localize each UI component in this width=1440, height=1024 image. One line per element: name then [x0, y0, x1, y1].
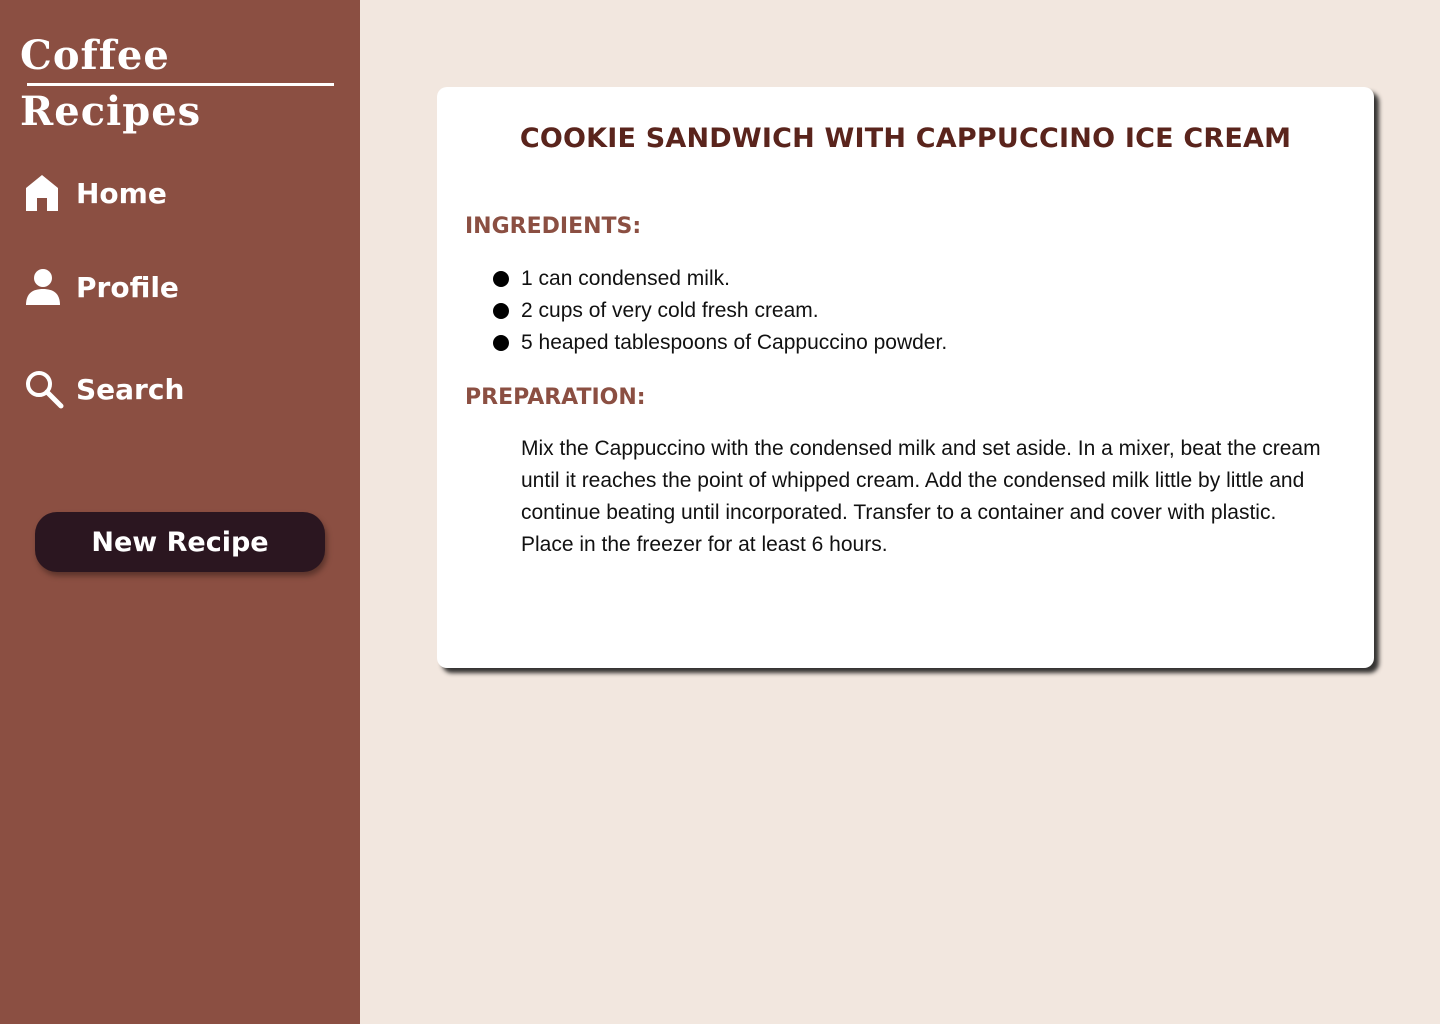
preparation-text: Mix the Cappuccino with the condensed mi… [521, 437, 1321, 556]
title-underline [27, 83, 334, 86]
ingredients-heading: INGREDIENTS: [465, 214, 642, 239]
nav-item-search[interactable]: Search [24, 364, 184, 414]
preparation-heading: PREPARATION: [465, 385, 646, 410]
recipe-title: COOKIE SANDWICH WITH CAPPUCCINO ICE CREA… [519, 123, 1292, 154]
ingredient-item: 1 can condensed milk. [493, 263, 947, 295]
search-icon [24, 369, 64, 409]
recipe-card: COOKIE SANDWICH WITH CAPPUCCINO ICE CREA… [437, 87, 1374, 668]
user-icon [24, 267, 64, 307]
nav-label-search: Search [76, 372, 185, 406]
nav-label-profile: Profile [76, 270, 179, 304]
sidebar: Coffee Recipes Home Profile Search New R… [0, 0, 360, 1024]
home-icon [24, 173, 64, 213]
nav-label-home: Home [76, 176, 167, 210]
nav-item-profile[interactable]: Profile [24, 262, 179, 312]
ingredient-item: 2 cups of very cold fresh cream. [493, 295, 947, 327]
nav-item-home[interactable]: Home [24, 168, 167, 218]
new-recipe-button[interactable]: New Recipe [35, 512, 325, 572]
ingredient-item: 5 heaped tablespoons of Cappuccino powde… [493, 327, 947, 359]
ingredients-list: 1 can condensed milk. 2 cups of very col… [493, 263, 947, 359]
